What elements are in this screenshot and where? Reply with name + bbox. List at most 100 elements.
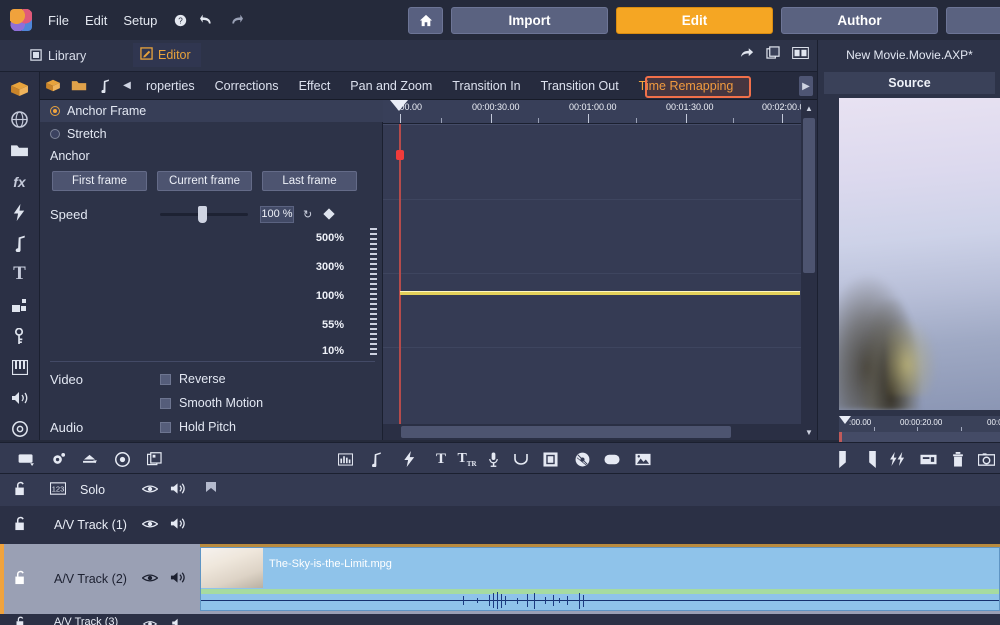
music-note-icon[interactable] — [7, 233, 33, 255]
track-body-3[interactable] — [200, 614, 1000, 625]
subtab-transition-in[interactable]: Transition In — [442, 72, 530, 100]
menu-edit[interactable]: Edit — [77, 9, 115, 32]
track-row-3[interactable]: A/V Track (3) — [0, 614, 1000, 625]
visibility-icon[interactable] — [141, 518, 159, 532]
mode-export-button[interactable]: Export — [946, 7, 1000, 34]
disc-icon[interactable] — [7, 418, 33, 440]
scroll-up-icon[interactable]: ▲ — [801, 100, 817, 116]
music-note-icon[interactable] — [365, 448, 389, 470]
track-num-icon[interactable]: 123 — [49, 482, 67, 498]
title-t-icon[interactable]: T — [429, 448, 453, 470]
track-manager-icon[interactable] — [78, 448, 102, 470]
unlock-icon[interactable] — [14, 481, 28, 499]
undo-arrow-icon[interactable] — [197, 9, 219, 31]
speaker-icon[interactable] — [170, 571, 186, 587]
hold-pitch-checkbox[interactable] — [160, 421, 171, 433]
graph-ruler[interactable]: :00.00 00:00:30.00 00:01:00.00 00:01:30.… — [383, 100, 805, 124]
film-frame-icon[interactable] — [538, 448, 562, 470]
mode-edit-button[interactable]: Edit — [616, 7, 773, 34]
reverse-checkbox[interactable] — [160, 373, 171, 385]
visibility-icon[interactable] — [142, 617, 158, 625]
visibility-icon[interactable] — [141, 572, 159, 586]
fx-icon[interactable]: fx — [7, 171, 33, 193]
preview-ruler[interactable]: :00.00 00:00:20.00 00:00: — [839, 416, 1000, 432]
first-frame-button[interactable]: First frame — [52, 171, 147, 191]
visibility-icon[interactable] — [141, 483, 159, 497]
subtab-corrections[interactable]: Corrections — [205, 72, 289, 100]
globe-disc-icon[interactable] — [7, 109, 33, 131]
stretch-row[interactable]: Stretch — [50, 127, 107, 141]
lightning-icon[interactable] — [7, 202, 33, 224]
graph-vscroll-thumb[interactable] — [803, 118, 815, 273]
speed-slider[interactable] — [160, 205, 248, 223]
mark-in-icon[interactable] — [830, 448, 854, 470]
pill-icon[interactable] — [600, 448, 624, 470]
unlock-icon[interactable] — [14, 516, 28, 534]
hold-pitch-checkbox-row[interactable]: Hold Pitch — [160, 420, 236, 434]
share-arrow-icon[interactable] — [740, 47, 754, 62]
mode-author-button[interactable]: Author — [781, 7, 938, 34]
record-icon[interactable] — [110, 448, 134, 470]
subtab-scroll-left[interactable]: ◀ — [118, 80, 136, 91]
current-frame-button[interactable]: Current frame — [157, 171, 252, 191]
graph-playhead-handle[interactable] — [390, 100, 408, 111]
scroll-down-icon[interactable]: ▼ — [801, 424, 817, 440]
speed-curve-line[interactable] — [400, 291, 800, 295]
disc-icon[interactable] — [570, 448, 594, 470]
speaker-icon[interactable] — [170, 482, 186, 498]
split-clip-icon[interactable] — [886, 448, 910, 470]
subtab-properties[interactable]: roperties — [136, 72, 205, 100]
voice-mic-icon[interactable] — [481, 448, 505, 470]
track-body-solo[interactable] — [200, 474, 1000, 506]
split-view-icon[interactable] — [792, 46, 809, 62]
subtab-transition-out[interactable]: Transition Out — [531, 72, 629, 100]
graph-hscroll-thumb[interactable] — [401, 426, 731, 438]
tab-library[interactable]: Library — [22, 44, 127, 68]
mode-import-button[interactable]: Import — [451, 7, 608, 34]
image-icon[interactable] — [631, 448, 655, 470]
subtab-music-note-icon[interactable] — [92, 75, 118, 97]
subtab-pan-and-zoom[interactable]: Pan and Zoom — [340, 72, 442, 100]
graph-vertical-scrollbar[interactable]: ▲ ▼ — [801, 100, 817, 440]
track-row-1[interactable]: A/V Track (1) — [0, 506, 1000, 544]
stretch-radio[interactable] — [50, 129, 60, 139]
menu-setup[interactable]: Setup — [115, 9, 165, 32]
anchor-frame-row[interactable]: Anchor Frame — [40, 100, 383, 122]
subtab-scroll-right[interactable]: ▶ — [799, 76, 813, 96]
subtab-folder-icon[interactable] — [66, 75, 92, 97]
reset-circle-icon[interactable]: ↻ — [303, 208, 312, 221]
unlock-icon[interactable] — [14, 616, 28, 625]
trash-icon[interactable] — [946, 448, 970, 470]
keyframe-diamond-icon[interactable] — [323, 208, 335, 220]
piano-keys-icon[interactable] — [7, 356, 33, 378]
source-tab[interactable]: Source — [824, 72, 995, 94]
overlay-shapes-icon[interactable] — [7, 294, 33, 316]
title-text-icon[interactable]: T — [7, 263, 33, 285]
preview-progress-bar[interactable] — [839, 432, 1000, 442]
sound-wave-icon[interactable] — [7, 387, 33, 409]
speaker-icon[interactable] — [170, 616, 186, 625]
subtab-effect[interactable]: Effect — [289, 72, 341, 100]
menu-file[interactable]: File — [40, 9, 77, 32]
track-body-2[interactable]: The-Sky-is-the-Limit.mpg — [200, 544, 1000, 614]
mark-out-icon[interactable] — [860, 448, 884, 470]
subtab-time-remapping[interactable]: Time Remapping — [629, 72, 744, 100]
preview-playhead-handle[interactable] — [839, 416, 851, 424]
v-marker-icon[interactable] — [509, 448, 533, 470]
timeline-view-icon[interactable] — [14, 448, 38, 470]
multi-clip-icon[interactable] — [142, 448, 166, 470]
media-box-icon[interactable] — [7, 78, 33, 100]
key-icon[interactable] — [7, 325, 33, 347]
graph-horizontal-scrollbar[interactable] — [383, 424, 801, 440]
subtitle-t-icon[interactable]: TTR — [455, 448, 479, 470]
speed-value-input[interactable]: 100 % — [260, 205, 294, 223]
settings-gear-icon[interactable] — [46, 448, 70, 470]
speed-graph-canvas[interactable] — [383, 124, 801, 424]
track-row-solo[interactable]: 123 Solo — [0, 474, 1000, 506]
speaker-icon[interactable] — [170, 517, 186, 533]
last-frame-button[interactable]: Last frame — [262, 171, 357, 191]
track-row-2[interactable]: A/V Track (2) The-Sky-is-the-Limit.mpg — [0, 544, 1000, 614]
home-icon[interactable] — [408, 7, 443, 34]
audio-mixer-icon[interactable] — [333, 448, 357, 470]
snapshot-icon[interactable] — [974, 448, 998, 470]
